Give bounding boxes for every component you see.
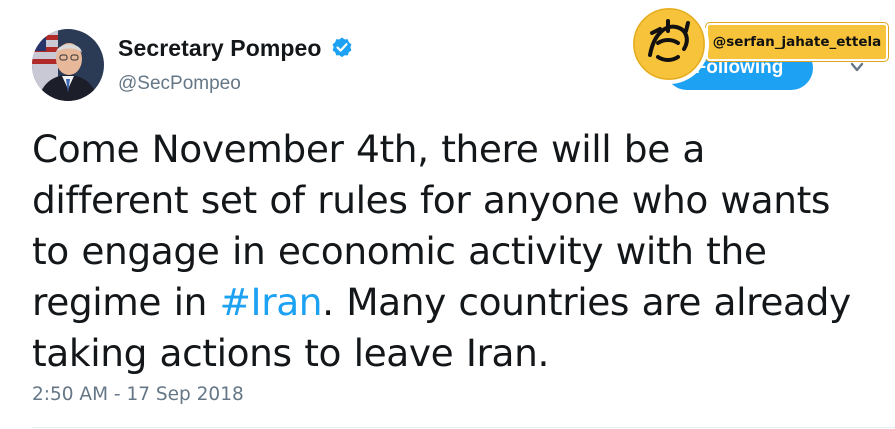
author-name-row: Secretary Pompeo bbox=[118, 32, 354, 64]
watermark: @serfan_jahate_ettela bbox=[628, 3, 890, 85]
display-name[interactable]: Secretary Pompeo bbox=[118, 35, 322, 62]
divider bbox=[32, 427, 895, 428]
watermark-logo-icon bbox=[628, 3, 710, 85]
watermark-tag: @serfan_jahate_ettela bbox=[706, 23, 888, 61]
verified-badge-icon bbox=[330, 36, 354, 60]
tweet-timestamp[interactable]: 2:50 AM - 17 Sep 2018 bbox=[32, 384, 244, 405]
tweet-text: Come November 4th, there will be a diffe… bbox=[32, 124, 872, 379]
portrait-icon bbox=[32, 29, 104, 101]
watermark-handle: @serfan_jahate_ettela bbox=[712, 34, 882, 50]
avatar[interactable] bbox=[32, 29, 104, 101]
hashtag-link[interactable]: #Iran bbox=[220, 280, 323, 324]
author-handle[interactable]: @SecPompeo bbox=[118, 73, 241, 95]
